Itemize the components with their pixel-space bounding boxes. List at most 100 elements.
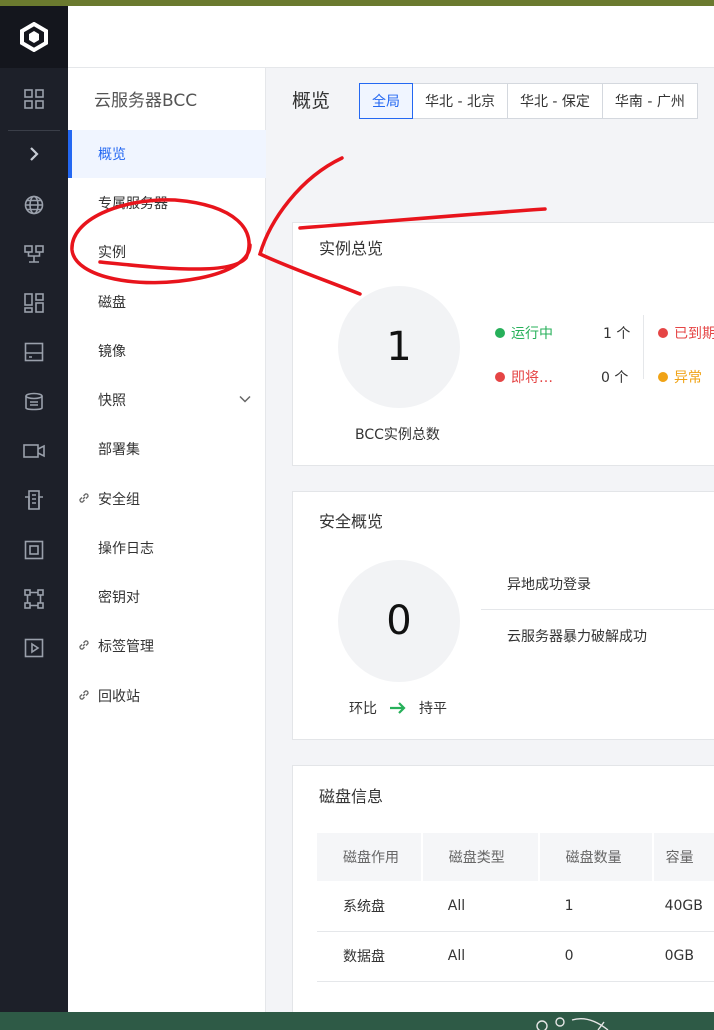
tab-region-guangzhou[interactable]: 华南 - 广州: [601, 83, 698, 119]
card-title: 安全概览: [319, 512, 384, 531]
top-header: [68, 6, 714, 68]
table-cell: 数据盘: [317, 931, 422, 982]
globe-icon[interactable]: [0, 185, 68, 225]
submenu-item-recycle-bin[interactable]: 回收站: [68, 672, 266, 720]
submenu-item-snapshot[interactable]: 快照: [68, 376, 266, 424]
storage-icon[interactable]: [0, 332, 68, 372]
table-row: 数据盘 All 0 0GB: [317, 931, 714, 982]
building-icon[interactable]: [0, 480, 68, 520]
tab-region-baoding[interactable]: 华北 - 保定: [506, 83, 603, 119]
security-trend: 环比 持平: [349, 698, 447, 718]
submenu-item-key-pair[interactable]: 密钥对: [68, 573, 266, 621]
table-cell: 0: [538, 931, 653, 982]
tab-region-beijing[interactable]: 华北 - 北京: [412, 83, 508, 119]
submenu-item-security-group[interactable]: 安全组: [68, 475, 266, 523]
table-header-row: 磁盘作用 磁盘类型 磁盘数量 容量: [317, 833, 714, 881]
connect-icon[interactable]: [0, 579, 68, 619]
column-header: 磁盘类型: [421, 833, 540, 881]
disk-info-card: 磁盘信息 磁盘作用 磁盘类型 磁盘数量 容量 系统盘 All 1 40GB 数据…: [292, 765, 714, 1012]
table-cell: 1: [538, 881, 653, 932]
stat-expired[interactable]: 已到期: [658, 323, 714, 343]
status-dot: [658, 328, 668, 338]
table-cell: All: [421, 881, 539, 932]
bottom-bar: [0, 1012, 714, 1030]
submenu-item-label: 安全组: [98, 492, 140, 508]
logo[interactable]: [0, 6, 68, 68]
column-header: 磁盘作用: [317, 833, 423, 881]
disk-table: 磁盘作用 磁盘类型 磁盘数量 容量 系统盘 All 1 40GB 数据盘 All…: [317, 833, 714, 982]
link-icon: [79, 690, 89, 700]
dashboard-icon[interactable]: [0, 283, 68, 323]
stat-label: 已到期: [674, 326, 714, 342]
row-divider: [481, 609, 714, 610]
stat-label: 即将…: [511, 370, 553, 386]
table-cell: 0GB: [652, 931, 714, 982]
cube-logo-icon: [20, 22, 48, 52]
stat-label: 异常: [674, 370, 702, 386]
stat-expiring-count: 0 个: [601, 370, 629, 386]
submenu-item-label: 部署集: [98, 442, 140, 458]
trend-label: 环比: [349, 701, 377, 717]
stat-running-count: 1 个: [603, 326, 631, 342]
stat-abnormal[interactable]: 异常: [658, 367, 702, 387]
submenu-item-label: 密钥对: [98, 590, 140, 606]
video-icon[interactable]: [0, 431, 68, 471]
submenu-item-deployment-set[interactable]: 部署集: [68, 425, 266, 473]
column-header: 容量: [652, 833, 714, 881]
grid-icon[interactable]: [0, 79, 68, 119]
table-cell: 系统盘: [317, 881, 422, 932]
status-dot: [495, 372, 505, 382]
submenu-item-label: 概览: [98, 147, 126, 163]
submenu-item-instance[interactable]: 实例: [68, 228, 266, 276]
network-icon[interactable]: [0, 234, 68, 274]
product-title: 云服务器BCC: [94, 91, 198, 111]
security-item[interactable]: 异地成功登录: [507, 574, 591, 594]
security-overview-card: 安全概览 0 环比 持平 异地成功登录 云服务器暴力破解成功: [292, 491, 714, 740]
submenu-item-label: 快照: [98, 393, 126, 409]
stat-running[interactable]: 运行中: [495, 323, 553, 343]
submenu-item-label: 磁盘: [98, 295, 126, 311]
submenu-item-label: 镜像: [98, 344, 126, 360]
submenu-item-label: 专属服务器: [98, 196, 168, 212]
rail-divider: [8, 130, 60, 131]
table-cell: 40GB: [652, 881, 714, 932]
submenu-item-disk[interactable]: 磁盘: [68, 278, 266, 326]
chevron-right-icon[interactable]: [0, 134, 68, 174]
column-header: 磁盘数量: [538, 833, 654, 881]
status-dot: [495, 328, 505, 338]
stat-divider: [643, 315, 644, 379]
security-total-count: 0: [338, 560, 460, 682]
stat-expiring[interactable]: 即将…: [495, 367, 553, 387]
region-tabs: 全局 华北 - 北京 华北 - 保定 华南 - 广州: [359, 83, 698, 119]
product-submenu: 云服务器BCC 概览 专属服务器 实例 磁盘 镜像 快照 部署集 安全组 操作日…: [68, 68, 266, 1012]
submenu-item-label: 实例: [98, 245, 126, 261]
submenu-item-label: 回收站: [98, 689, 140, 705]
submenu-item-tag-management[interactable]: 标签管理: [68, 622, 266, 670]
global-nav-rail: [0, 6, 68, 1012]
tab-region-global[interactable]: 全局: [359, 83, 413, 119]
card-title: 磁盘信息: [319, 787, 384, 806]
instance-total-count: 1: [338, 286, 460, 408]
main-content: 概览 全局 华北 - 北京 华北 - 保定 华南 - 广州 实例总览 1 BCC…: [266, 68, 714, 1012]
device-icon[interactable]: [0, 530, 68, 570]
submenu-item-dedicated-server[interactable]: 专属服务器: [68, 179, 266, 227]
chevron-down-icon[interactable]: [238, 392, 252, 406]
submenu-item-operation-log[interactable]: 操作日志: [68, 524, 266, 572]
database-icon[interactable]: [0, 382, 68, 422]
arrow-right-icon: [390, 702, 406, 714]
card-title: 实例总览: [319, 239, 384, 258]
link-icon: [79, 493, 89, 503]
submenu-item-label: 操作日志: [98, 541, 154, 557]
trend-value: 持平: [419, 701, 447, 717]
table-row: 系统盘 All 1 40GB: [317, 881, 714, 932]
status-dot: [658, 372, 668, 382]
submenu-item-overview[interactable]: 概览: [68, 130, 266, 178]
instance-overview-card: 实例总览 1 BCC实例总数 运行中 1 个 即将… 0 个 已到期 异常: [292, 222, 714, 466]
instance-total-label: BCC实例总数: [355, 427, 440, 443]
security-item[interactable]: 云服务器暴力破解成功: [507, 626, 647, 646]
table-cell: All: [421, 931, 539, 982]
submenu-item-image[interactable]: 镜像: [68, 327, 266, 375]
link-icon: [79, 640, 89, 650]
decorative-swirl-icon: [536, 1017, 609, 1030]
play-icon[interactable]: [0, 628, 68, 668]
